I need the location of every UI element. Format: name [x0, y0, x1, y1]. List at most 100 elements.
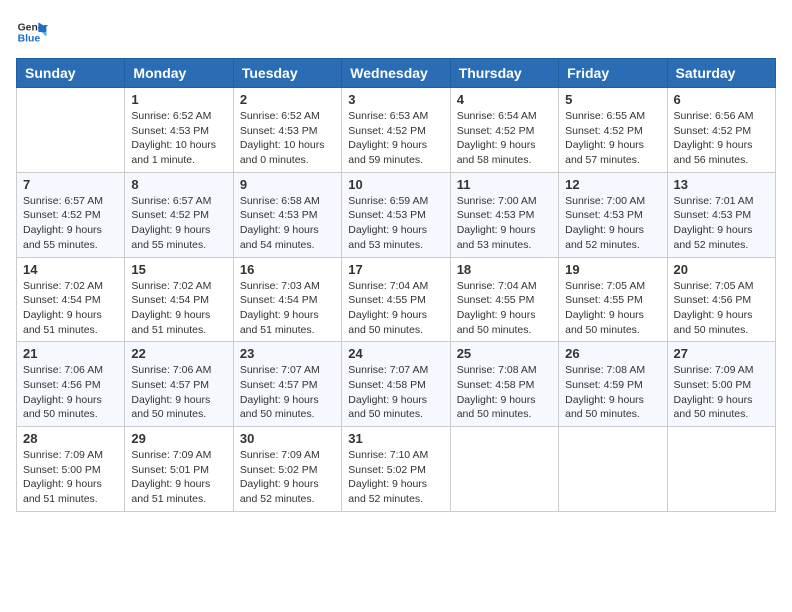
- day-info: Sunrise: 6:55 AMSunset: 4:52 PMDaylight:…: [565, 109, 660, 168]
- day-cell: 8 Sunrise: 6:57 AMSunset: 4:52 PMDaylight…: [125, 172, 233, 257]
- day-info: Sunrise: 7:09 AMSunset: 5:01 PMDaylight:…: [131, 448, 226, 507]
- day-number: 17: [348, 262, 443, 277]
- day-cell: 2 Sunrise: 6:52 AMSunset: 4:53 PMDaylight…: [233, 88, 341, 173]
- day-cell: 16 Sunrise: 7:03 AMSunset: 4:54 PMDayligh…: [233, 257, 341, 342]
- day-cell: [450, 427, 558, 512]
- day-info: Sunrise: 7:01 AMSunset: 4:53 PMDaylight:…: [674, 194, 769, 253]
- day-cell: [17, 88, 125, 173]
- day-cell: 3 Sunrise: 6:53 AMSunset: 4:52 PMDaylight…: [342, 88, 450, 173]
- day-number: 29: [131, 431, 226, 446]
- day-info: Sunrise: 7:09 AMSunset: 5:00 PMDaylight:…: [674, 363, 769, 422]
- day-number: 11: [457, 177, 552, 192]
- day-info: Sunrise: 6:57 AMSunset: 4:52 PMDaylight:…: [23, 194, 118, 253]
- day-number: 10: [348, 177, 443, 192]
- day-info: Sunrise: 6:58 AMSunset: 4:53 PMDaylight:…: [240, 194, 335, 253]
- day-number: 21: [23, 346, 118, 361]
- day-cell: 27Sunrise: 7:09 AMSunset: 5:00 PMDayligh…: [667, 342, 775, 427]
- day-info: Sunrise: 7:10 AMSunset: 5:02 PMDaylight:…: [348, 448, 443, 507]
- col-header-sunday: Sunday: [17, 59, 125, 88]
- day-cell: 24 Sunrise: 7:07 AMSunset: 4:58 PMDayligh…: [342, 342, 450, 427]
- day-info: Sunrise: 6:59 AMSunset: 4:53 PMDaylight:…: [348, 194, 443, 253]
- day-cell: 6Sunrise: 6:56 AMSunset: 4:52 PMDaylight…: [667, 88, 775, 173]
- col-header-thursday: Thursday: [450, 59, 558, 88]
- day-cell: 12Sunrise: 7:00 AMSunset: 4:53 PMDayligh…: [559, 172, 667, 257]
- day-cell: 4 Sunrise: 6:54 AMSunset: 4:52 PMDaylight…: [450, 88, 558, 173]
- day-cell: 10 Sunrise: 6:59 AMSunset: 4:53 PMDayligh…: [342, 172, 450, 257]
- day-info: Sunrise: 7:09 AMSunset: 5:00 PMDaylight:…: [23, 448, 118, 507]
- day-number: 25: [457, 346, 552, 361]
- logo-icon: General Blue: [16, 16, 48, 48]
- day-cell: 11 Sunrise: 7:00 AMSunset: 4:53 PMDayligh…: [450, 172, 558, 257]
- day-info: Sunrise: 7:04 AMSunset: 4:55 PMDaylight:…: [348, 279, 443, 338]
- day-info: Sunrise: 7:04 AMSunset: 4:55 PMDaylight:…: [457, 279, 552, 338]
- logo: General Blue: [16, 16, 48, 48]
- day-number: 16: [240, 262, 335, 277]
- day-info: Sunrise: 6:56 AMSunset: 4:52 PMDaylight:…: [674, 109, 769, 168]
- day-number: 31: [348, 431, 443, 446]
- day-cell: 25 Sunrise: 7:08 AMSunset: 4:58 PMDayligh…: [450, 342, 558, 427]
- day-info: Sunrise: 7:07 AMSunset: 4:57 PMDaylight:…: [240, 363, 335, 422]
- day-info: Sunrise: 6:52 AMSunset: 4:53 PMDaylight:…: [131, 109, 226, 168]
- week-row-4: 21Sunrise: 7:06 AMSunset: 4:56 PMDayligh…: [17, 342, 776, 427]
- day-number: 19: [565, 262, 660, 277]
- day-cell: 22 Sunrise: 7:06 AMSunset: 4:57 PMDayligh…: [125, 342, 233, 427]
- day-cell: 19 Sunrise: 7:05 AMSunset: 4:55 PMDayligh…: [559, 257, 667, 342]
- day-cell: 30 Sunrise: 7:09 AMSunset: 5:02 PMDayligh…: [233, 427, 341, 512]
- day-number: 3: [348, 92, 443, 107]
- day-cell: 20Sunrise: 7:05 AMSunset: 4:56 PMDayligh…: [667, 257, 775, 342]
- day-number: 23: [240, 346, 335, 361]
- day-number: 9: [240, 177, 335, 192]
- day-info: Sunrise: 7:02 AMSunset: 4:54 PMDaylight:…: [23, 279, 118, 338]
- day-info: Sunrise: 6:52 AMSunset: 4:53 PMDaylight:…: [240, 109, 335, 168]
- day-info: Sunrise: 7:05 AMSunset: 4:55 PMDaylight:…: [565, 279, 660, 338]
- day-number: 22: [131, 346, 226, 361]
- day-cell: 29 Sunrise: 7:09 AMSunset: 5:01 PMDayligh…: [125, 427, 233, 512]
- week-row-3: 14 Sunrise: 7:02 AMSunset: 4:54 PMDayligh…: [17, 257, 776, 342]
- week-row-2: 7 Sunrise: 6:57 AMSunset: 4:52 PMDaylight…: [17, 172, 776, 257]
- day-cell: [559, 427, 667, 512]
- day-number: 26: [565, 346, 660, 361]
- calendar-header-row: SundayMondayTuesdayWednesdayThursdayFrid…: [17, 59, 776, 88]
- day-info: Sunrise: 7:00 AMSunset: 4:53 PMDaylight:…: [565, 194, 660, 253]
- day-cell: 26 Sunrise: 7:08 AMSunset: 4:59 PMDayligh…: [559, 342, 667, 427]
- svg-text:Blue: Blue: [18, 34, 41, 45]
- day-number: 5: [565, 92, 660, 107]
- day-cell: 14 Sunrise: 7:02 AMSunset: 4:54 PMDayligh…: [17, 257, 125, 342]
- day-number: 7: [23, 177, 118, 192]
- day-cell: 21Sunrise: 7:06 AMSunset: 4:56 PMDayligh…: [17, 342, 125, 427]
- col-header-friday: Friday: [559, 59, 667, 88]
- week-row-1: 1 Sunrise: 6:52 AMSunset: 4:53 PMDaylight…: [17, 88, 776, 173]
- day-cell: 18 Sunrise: 7:04 AMSunset: 4:55 PMDayligh…: [450, 257, 558, 342]
- day-number: 14: [23, 262, 118, 277]
- day-cell: 1 Sunrise: 6:52 AMSunset: 4:53 PMDaylight…: [125, 88, 233, 173]
- day-cell: 28 Sunrise: 7:09 AMSunset: 5:00 PMDayligh…: [17, 427, 125, 512]
- day-number: 18: [457, 262, 552, 277]
- day-info: Sunrise: 7:05 AMSunset: 4:56 PMDaylight:…: [674, 279, 769, 338]
- day-info: Sunrise: 6:57 AMSunset: 4:52 PMDaylight:…: [131, 194, 226, 253]
- calendar-table: SundayMondayTuesdayWednesdayThursdayFrid…: [16, 58, 776, 512]
- day-info: Sunrise: 7:07 AMSunset: 4:58 PMDaylight:…: [348, 363, 443, 422]
- day-number: 8: [131, 177, 226, 192]
- day-info: Sunrise: 6:53 AMSunset: 4:52 PMDaylight:…: [348, 109, 443, 168]
- day-number: 30: [240, 431, 335, 446]
- day-info: Sunrise: 7:08 AMSunset: 4:59 PMDaylight:…: [565, 363, 660, 422]
- day-info: Sunrise: 7:06 AMSunset: 4:57 PMDaylight:…: [131, 363, 226, 422]
- day-number: 2: [240, 92, 335, 107]
- day-cell: 17 Sunrise: 7:04 AMSunset: 4:55 PMDayligh…: [342, 257, 450, 342]
- day-number: 24: [348, 346, 443, 361]
- day-cell: 7 Sunrise: 6:57 AMSunset: 4:52 PMDaylight…: [17, 172, 125, 257]
- day-info: Sunrise: 7:08 AMSunset: 4:58 PMDaylight:…: [457, 363, 552, 422]
- day-cell: 31 Sunrise: 7:10 AMSunset: 5:02 PMDayligh…: [342, 427, 450, 512]
- day-info: Sunrise: 6:54 AMSunset: 4:52 PMDaylight:…: [457, 109, 552, 168]
- day-info: Sunrise: 7:03 AMSunset: 4:54 PMDaylight:…: [240, 279, 335, 338]
- day-cell: 9 Sunrise: 6:58 AMSunset: 4:53 PMDaylight…: [233, 172, 341, 257]
- day-number: 4: [457, 92, 552, 107]
- day-info: Sunrise: 7:02 AMSunset: 4:54 PMDaylight:…: [131, 279, 226, 338]
- day-number: 15: [131, 262, 226, 277]
- day-info: Sunrise: 7:09 AMSunset: 5:02 PMDaylight:…: [240, 448, 335, 507]
- day-cell: 15 Sunrise: 7:02 AMSunset: 4:54 PMDayligh…: [125, 257, 233, 342]
- day-info: Sunrise: 7:00 AMSunset: 4:53 PMDaylight:…: [457, 194, 552, 253]
- day-number: 1: [131, 92, 226, 107]
- day-cell: 13Sunrise: 7:01 AMSunset: 4:53 PMDayligh…: [667, 172, 775, 257]
- day-number: 28: [23, 431, 118, 446]
